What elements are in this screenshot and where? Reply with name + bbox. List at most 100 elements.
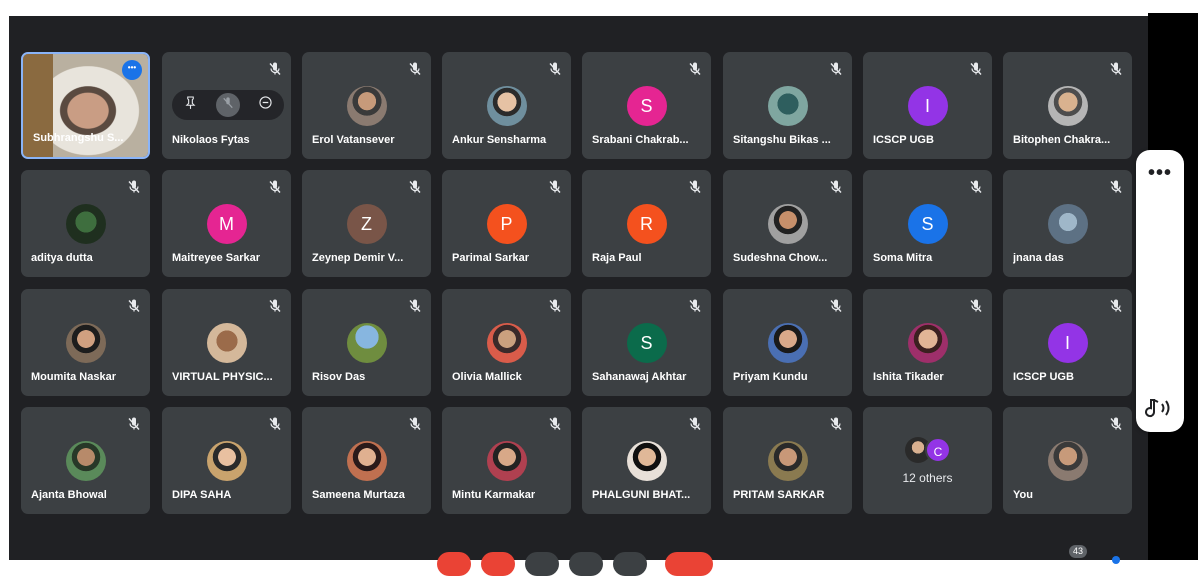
photo-avatar [346, 441, 387, 481]
photo-avatar [767, 204, 808, 244]
mic-off-icon[interactable] [215, 93, 240, 117]
others-tile[interactable]: C 12 others [863, 407, 992, 514]
participant-name: Sudeshna Chow... [733, 252, 828, 264]
participant-tile[interactable]: M Maitreyee Sarkar [162, 170, 291, 277]
audio-icon[interactable] [1144, 396, 1176, 420]
mic-off-icon [688, 299, 702, 313]
you-tile[interactable]: You [1003, 407, 1132, 514]
participant-tile[interactable]: Z Zeynep Demir V... [302, 170, 431, 277]
mic-off-icon [688, 62, 702, 76]
participant-tile[interactable]: Ankur Sensharma [442, 52, 571, 159]
participant-tile[interactable]: Sameena Murtaza [302, 407, 431, 514]
remove-icon[interactable] [253, 93, 277, 117]
mic-off-icon [1109, 62, 1123, 76]
people-count-badge[interactable]: 43 [1069, 545, 1087, 558]
participant-tile[interactable]: Bitophen Chakra... [1003, 52, 1132, 159]
participant-tile[interactable]: DIPA SAHA [162, 407, 291, 514]
participant-tile[interactable]: R Raja Paul [582, 170, 711, 277]
participant-tile[interactable]: VIRTUAL PHYSIC... [162, 289, 291, 396]
photo-avatar [206, 323, 247, 363]
participant-tile[interactable]: Nikolaos Fytas [162, 52, 291, 159]
participant-tile[interactable]: Erol Vatansever [302, 52, 431, 159]
participant-tile[interactable]: S Soma Mitra [863, 170, 992, 277]
participant-tile[interactable]: Olivia Mallick [442, 289, 571, 396]
participant-tile[interactable]: Mintu Karmakar [442, 407, 571, 514]
participant-name: Soma Mitra [873, 252, 933, 264]
photo-avatar [65, 323, 106, 363]
mic-off-icon [268, 299, 282, 313]
mic-off-icon [969, 299, 983, 313]
participant-tile[interactable]: Moumita Naskar [21, 289, 150, 396]
participant-tile[interactable]: PHALGUNI BHAT... [582, 407, 711, 514]
photo-avatar [626, 441, 667, 481]
participant-tile[interactable]: S Sahanawaj Akhtar [582, 289, 711, 396]
others-count-label: 12 others [902, 471, 953, 485]
participant-name: ICSCP UGB [1013, 371, 1074, 383]
participant-tile[interactable]: S Srabani Chakrab... [582, 52, 711, 159]
participant-tile[interactable]: I ICSCP UGB [1003, 289, 1132, 396]
participant-name: Sahanawaj Akhtar [592, 371, 687, 383]
participant-tile[interactable]: Ajanta Bhowal [21, 407, 150, 514]
letter-avatar: Z [346, 204, 387, 244]
participant-tile[interactable]: Priyam Kundu [723, 289, 852, 396]
participant-name: Ajanta Bhowal [31, 489, 107, 501]
letter-avatar: I [1047, 323, 1088, 363]
camera-button[interactable] [481, 552, 515, 576]
mic-off-icon [688, 180, 702, 194]
photo-avatar [486, 86, 527, 126]
photo-avatar [767, 441, 808, 481]
photo-avatar [346, 86, 387, 126]
participant-tile[interactable]: jnana das [1003, 170, 1132, 277]
participant-tile[interactable]: P Parimal Sarkar [442, 170, 571, 277]
more-options-icon[interactable]: ••• [1136, 162, 1184, 185]
participant-tile[interactable]: aditya dutta [21, 170, 150, 277]
screen: ••• Subhrangshu S... Nikolaos Fytas Erol Va… [0, 0, 1198, 576]
others-avatar-stack: C [901, 437, 961, 463]
participant-name: Nikolaos Fytas [172, 134, 250, 146]
captions-button[interactable] [525, 552, 559, 576]
photo-avatar [1047, 204, 1088, 244]
mic-off-icon [688, 417, 702, 431]
participant-tile[interactable]: I ICSCP UGB [863, 52, 992, 159]
participant-tile[interactable]: Ishita Tikader [863, 289, 992, 396]
participant-name: You [1013, 489, 1033, 501]
photo-avatar [767, 323, 808, 363]
call-controls [9, 540, 1148, 576]
mic-off-icon [969, 62, 983, 76]
photo-avatar [486, 441, 527, 481]
photo-avatar [486, 323, 527, 363]
leave-call-button[interactable] [665, 552, 713, 576]
pin-icon[interactable] [179, 93, 203, 117]
letter-avatar: P [486, 204, 527, 244]
mic-off-icon [829, 180, 843, 194]
mic-off-icon [829, 62, 843, 76]
more-options-icon[interactable]: ••• [122, 60, 142, 80]
mic-off-icon [408, 180, 422, 194]
letter-avatar: S [626, 323, 667, 363]
participant-name: Bitophen Chakra... [1013, 134, 1111, 146]
mic-off-icon [548, 299, 562, 313]
participant-tile[interactable]: Sitangshu Bikas ... [723, 52, 852, 159]
tile-hover-controls [172, 90, 284, 120]
mic-off-icon [969, 180, 983, 194]
mic-off-icon [548, 417, 562, 431]
participant-name: jnana das [1013, 252, 1064, 264]
letter-avatar: I [907, 86, 948, 126]
self-video-tile[interactable]: ••• Subhrangshu S... [21, 52, 150, 159]
photo-avatar [65, 441, 106, 481]
participant-tile[interactable]: Sudeshna Chow... [723, 170, 852, 277]
participant-tile[interactable]: Risov Das [302, 289, 431, 396]
mic-off-icon [268, 62, 282, 76]
photo-avatar [206, 441, 247, 481]
more-button[interactable] [613, 552, 647, 576]
mic-button[interactable] [437, 552, 471, 576]
participant-tile[interactable]: PRITAM SARKAR [723, 407, 852, 514]
participant-name: PHALGUNI BHAT... [592, 489, 691, 501]
mic-off-icon [1109, 417, 1123, 431]
side-panel[interactable]: ••• [1136, 150, 1184, 432]
participant-name: DIPA SAHA [172, 489, 232, 501]
mic-off-icon [408, 62, 422, 76]
present-button[interactable] [569, 552, 603, 576]
participant-name: ICSCP UGB [873, 134, 934, 146]
participant-name: VIRTUAL PHYSIC... [172, 371, 273, 383]
